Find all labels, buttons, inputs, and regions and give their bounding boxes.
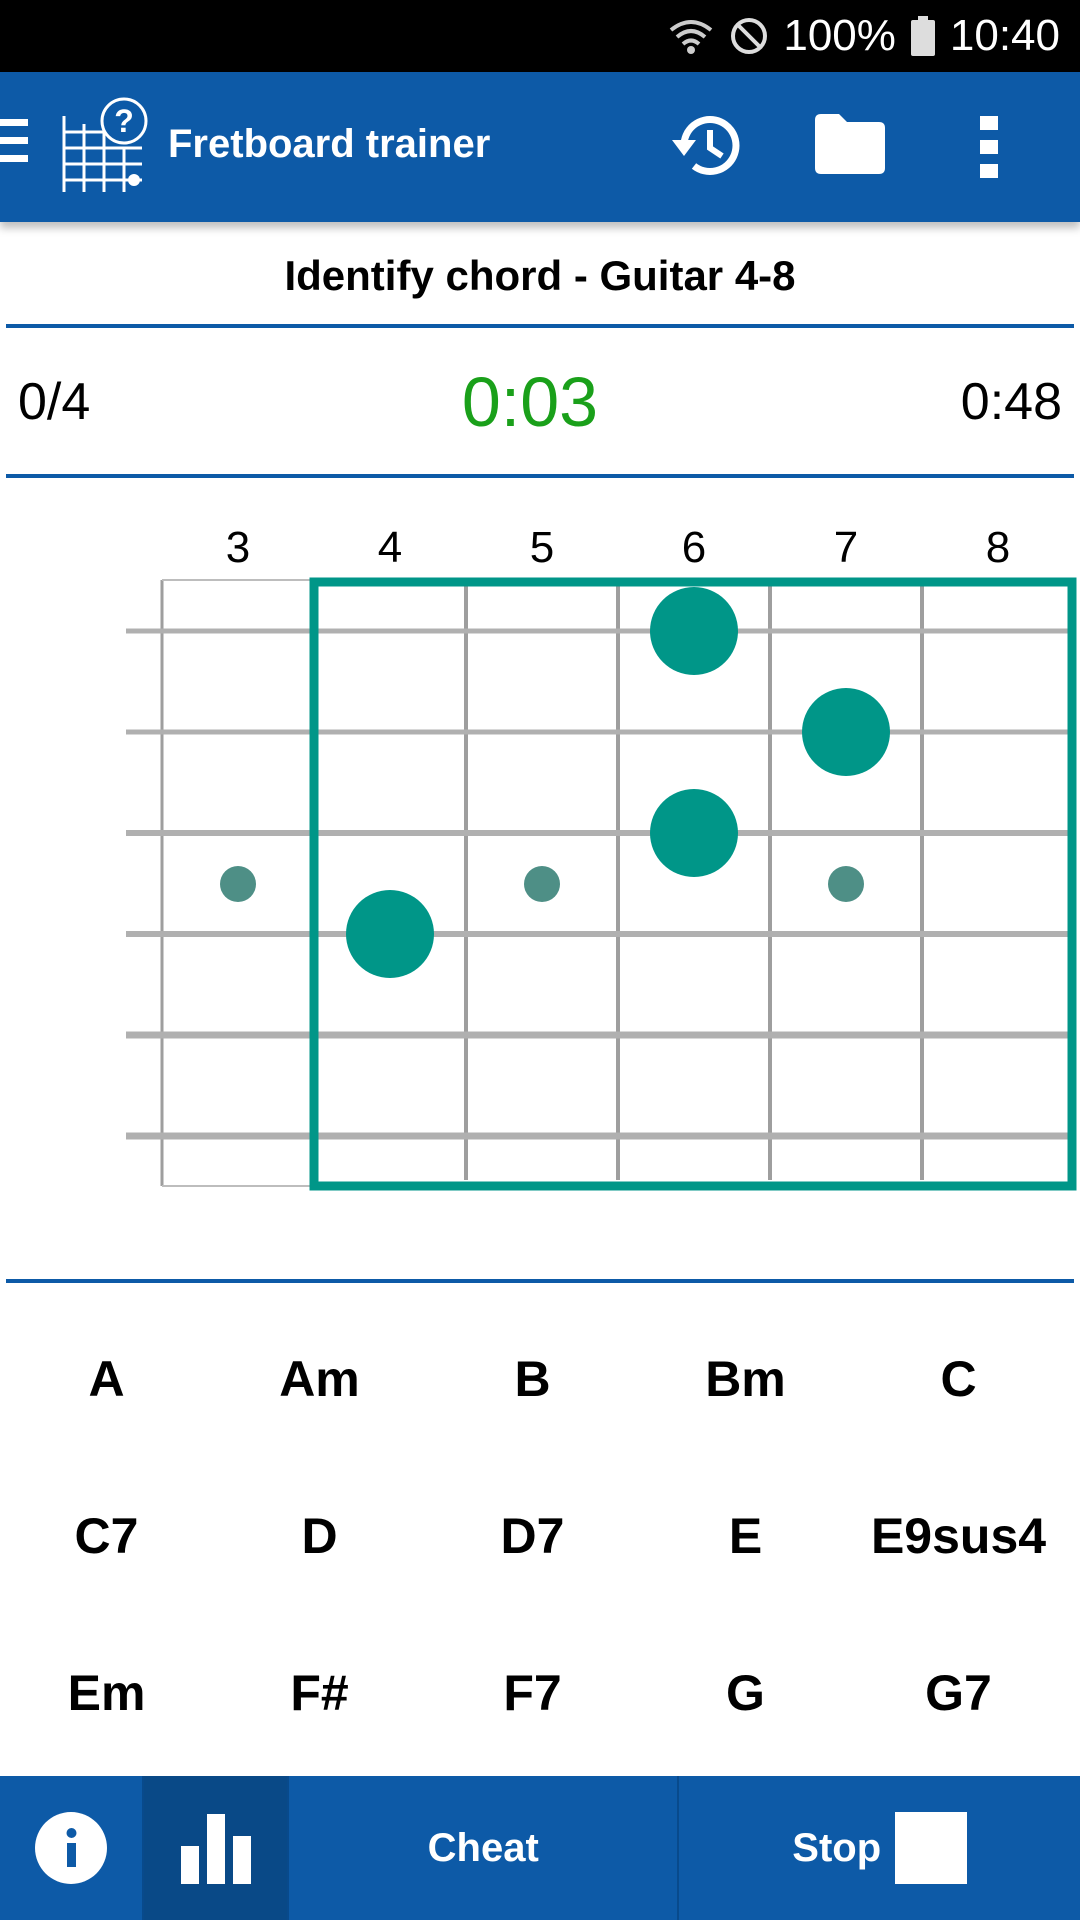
note-marker: [802, 688, 890, 776]
chord-button-em[interactable]: Em: [0, 1614, 213, 1771]
app-title: Fretboard trainer: [168, 122, 491, 166]
cheat-label: Cheat: [427, 1825, 539, 1870]
chord-button-c7[interactable]: C7: [0, 1457, 213, 1614]
stop-button[interactable]: Stop: [679, 1776, 1080, 1920]
fret-number: 3: [226, 523, 250, 572]
fret-number: 4: [378, 523, 402, 572]
remaining-time: 0:48: [960, 373, 1062, 431]
do-not-disturb-icon: [731, 18, 768, 54]
exercise-title: Identify chord - Guitar 4-8: [284, 252, 796, 299]
chord-button-c[interactable]: C: [852, 1300, 1065, 1457]
note-marker: [650, 587, 738, 675]
timer: 0:03: [461, 363, 599, 441]
chord-grid: A Am B Bm C C7 D D7 E E9sus4 Em F# F7 G …: [0, 1300, 1080, 1771]
cheat-button[interactable]: Cheat: [289, 1776, 680, 1920]
chord-button-am[interactable]: Am: [213, 1300, 426, 1457]
note-marker: [650, 789, 738, 877]
chord-button-bm[interactable]: Bm: [639, 1300, 852, 1457]
info-button[interactable]: [0, 1776, 145, 1920]
bar-chart-icon: [180, 1814, 251, 1884]
chord-row: C7 D D7 E E9sus4: [0, 1457, 1080, 1614]
fret-number: 7: [834, 523, 858, 572]
status-bar: 100% 10:40: [0, 0, 1080, 72]
fret-number: 6: [682, 523, 706, 572]
status-icons: 100% 10:40: [667, 10, 1060, 62]
chord-button-f7[interactable]: F7: [426, 1614, 639, 1771]
divider: [6, 474, 1074, 478]
folder-icon[interactable]: [813, 112, 887, 176]
chord-button-f-sharp[interactable]: F#: [213, 1614, 426, 1771]
fret-number: 8: [986, 523, 1010, 572]
fret-numbers: 3 4 5 6 7 8: [226, 523, 1010, 572]
stop-label: Stop: [792, 1825, 882, 1870]
history-icon[interactable]: [670, 110, 746, 182]
svg-text:?: ?: [114, 103, 134, 139]
chord-row: Em F# F7 G G7: [0, 1614, 1080, 1771]
battery-percent: 100%: [783, 11, 896, 60]
app-logo-icon: ?: [62, 97, 148, 192]
chord-button-d7[interactable]: D7: [426, 1457, 639, 1614]
chord-button-g[interactable]: G: [639, 1614, 852, 1771]
note-marker: [346, 890, 434, 978]
stats-button[interactable]: [144, 1776, 289, 1920]
menu-icon[interactable]: [0, 117, 30, 167]
chord-button-g7[interactable]: G7: [852, 1614, 1065, 1771]
chord-button-e9sus4[interactable]: E9sus4: [852, 1457, 1065, 1614]
app-bar: ? Fretboard trainer: [0, 72, 1080, 222]
chord-button-b[interactable]: B: [426, 1300, 639, 1457]
strings: [126, 628, 1072, 1140]
more-vert-icon[interactable]: [978, 114, 1002, 180]
bottom-bar: Cheat Stop: [0, 1776, 1080, 1920]
stop-icon: [895, 1812, 968, 1884]
battery-icon: [910, 16, 935, 56]
wifi-icon: [670, 20, 713, 54]
divider: [6, 1279, 1074, 1283]
info-icon: [35, 1812, 108, 1884]
fret-number: 5: [530, 523, 554, 572]
chord-row: A Am B Bm C: [0, 1300, 1080, 1457]
divider: [6, 324, 1074, 328]
chord-button-e[interactable]: E: [639, 1457, 852, 1614]
chord-button-d[interactable]: D: [213, 1457, 426, 1614]
fretboard[interactable]: 3 4 5 6 7 8: [0, 500, 1080, 1200]
clock: 10:40: [949, 11, 1060, 60]
chord-button-a[interactable]: A: [0, 1300, 213, 1457]
